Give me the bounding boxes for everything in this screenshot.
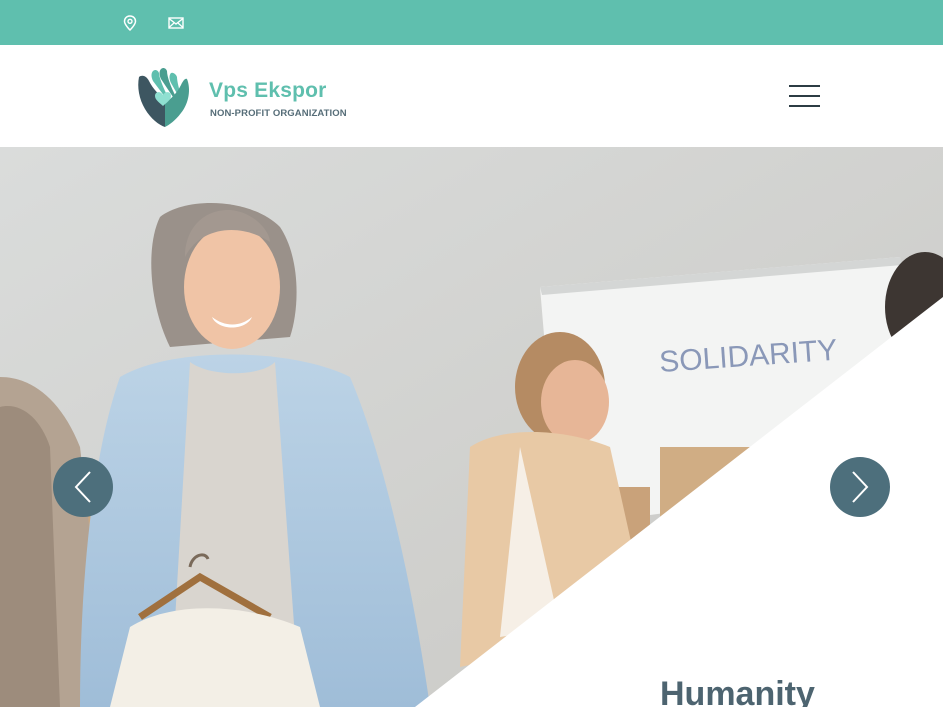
- slider-next-button[interactable]: [830, 457, 890, 517]
- hamburger-menu-icon[interactable]: [786, 83, 824, 109]
- location-pin-icon[interactable]: [120, 13, 140, 33]
- hero-slider: SOLIDARITY Humanity: [0, 147, 943, 707]
- site-header: Vps Ekspor NON-PROFIT ORGANIZATION: [0, 45, 943, 147]
- brand-tagline: NON-PROFIT ORGANIZATION: [210, 108, 347, 119]
- hero-headline: Humanity: [660, 675, 815, 707]
- chevron-left-icon: [74, 471, 91, 503]
- envelope-icon[interactable]: [166, 13, 186, 33]
- slider-prev-button[interactable]: [53, 457, 113, 517]
- hero-photo: SOLIDARITY: [0, 147, 943, 707]
- chevron-right-icon: [852, 471, 869, 503]
- brand-name[interactable]: Vps Ekspor: [209, 79, 327, 103]
- top-contact-bar: [0, 0, 943, 45]
- logo-hands-heart-icon[interactable]: [131, 65, 195, 129]
